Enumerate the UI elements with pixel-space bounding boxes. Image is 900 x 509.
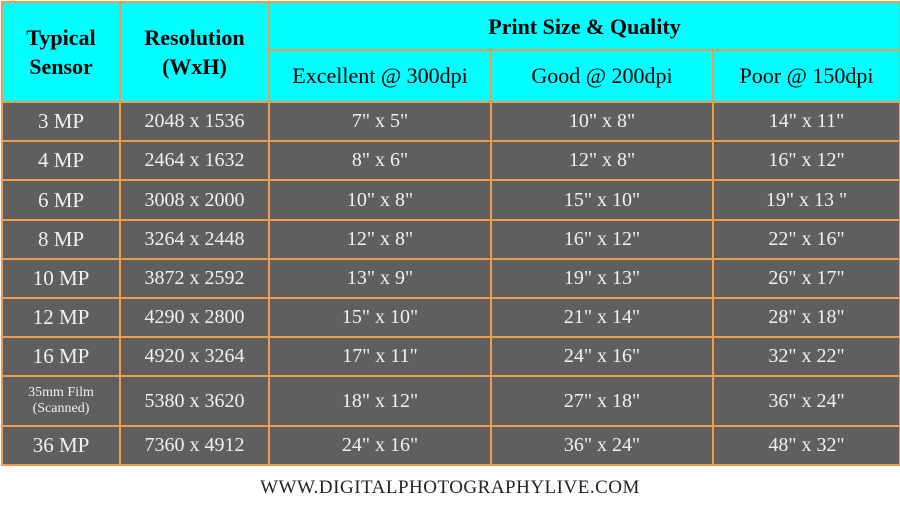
excellent-cell: 15" x 10" [268, 297, 492, 339]
resolution-cell: 5380 x 3620 [119, 375, 270, 427]
header-poor-150dpi: Poor @ 150dpi [712, 49, 900, 103]
good-cell: 27" x 18" [490, 375, 714, 427]
good-cell: 12" x 8" [490, 140, 714, 182]
good-cell: 24" x 16" [490, 336, 714, 378]
poor-cell: 48" x 32" [712, 424, 900, 467]
good-cell: 19" x 13" [490, 257, 714, 300]
excellent-cell: 12" x 8" [268, 218, 492, 260]
header-print-size-quality: Print Size & Quality [268, 1, 900, 51]
good-cell: 15" x 10" [490, 179, 714, 221]
header-typical-sensor: Typical Sensor [1, 1, 121, 103]
poor-cell: 19" x 13 " [712, 179, 900, 221]
sensor-line2: (Scanned) [32, 401, 90, 417]
header-resolution-line2: (WxH) [162, 54, 227, 79]
sensor-cell: 35mm Film (Scanned) [1, 375, 121, 427]
resolution-cell: 3264 x 2448 [119, 218, 270, 260]
poor-cell: 14" x 11" [712, 100, 900, 143]
header-resolution-line1: Resolution [144, 25, 245, 50]
table-row: 6 MP 3008 x 2000 10" x 8" 15" x 10" 19" … [1, 179, 900, 221]
table-row: 4 MP 2464 x 1632 8" x 6" 12" x 8" 16" x … [1, 140, 900, 182]
sensor-cell: 6 MP [1, 179, 121, 221]
resolution-cell: 7360 x 4912 [119, 424, 270, 467]
print-size-table: Typical Sensor Resolution (WxH) Print Si… [1, 1, 900, 467]
sensor-cell: 12 MP [1, 297, 121, 339]
sensor-cell: 16 MP [1, 336, 121, 378]
excellent-cell: 7" x 5" [268, 100, 492, 143]
good-cell: 36" x 24" [490, 424, 714, 467]
poor-cell: 28" x 18" [712, 297, 900, 339]
table-row: 35mm Film (Scanned) 5380 x 3620 18" x 12… [1, 375, 900, 427]
excellent-cell: 13" x 9" [268, 257, 492, 300]
table-row: 10 MP 3872 x 2592 13" x 9" 19" x 13" 26"… [1, 257, 900, 300]
sensor-cell: 36 MP [1, 424, 121, 467]
poor-cell: 26" x 17" [712, 257, 900, 300]
poor-cell: 32" x 22" [712, 336, 900, 378]
sensor-line1: 35mm Film [28, 385, 94, 401]
excellent-cell: 10" x 8" [268, 179, 492, 221]
header-resolution: Resolution (WxH) [119, 1, 270, 103]
header-typical-sensor-line1: Typical [26, 25, 96, 50]
poor-cell: 16" x 12" [712, 140, 900, 182]
table-row: 8 MP 3264 x 2448 12" x 8" 16" x 12" 22" … [1, 218, 900, 260]
table-row: 12 MP 4290 x 2800 15" x 10" 21" x 14" 28… [1, 297, 900, 339]
sensor-cell: 4 MP [1, 140, 121, 182]
poor-cell: 22" x 16" [712, 218, 900, 260]
good-cell: 16" x 12" [490, 218, 714, 260]
resolution-cell: 4290 x 2800 [119, 297, 270, 339]
sensor-cell: 8 MP [1, 218, 121, 260]
excellent-cell: 17" x 11" [268, 336, 492, 378]
website-footer: WWW.DIGITALPHOTOGRAPHYLIVE.COM [260, 477, 640, 498]
header-good-200dpi: Good @ 200dpi [490, 49, 714, 103]
resolution-cell: 3872 x 2592 [119, 257, 270, 300]
header-typical-sensor-line2: Sensor [29, 54, 93, 79]
resolution-cell: 2048 x 1536 [119, 100, 270, 143]
resolution-cell: 2464 x 1632 [119, 140, 270, 182]
excellent-cell: 24" x 16" [268, 424, 492, 467]
resolution-cell: 4920 x 3264 [119, 336, 270, 378]
excellent-cell: 18" x 12" [268, 375, 492, 427]
table-row: 36 MP 7360 x 4912 24" x 16" 36" x 24" 48… [1, 424, 900, 467]
excellent-cell: 8" x 6" [268, 140, 492, 182]
good-cell: 21" x 14" [490, 297, 714, 339]
good-cell: 10" x 8" [490, 100, 714, 143]
sensor-cell: 10 MP [1, 257, 121, 300]
resolution-cell: 3008 x 2000 [119, 179, 270, 221]
header-excellent-300dpi: Excellent @ 300dpi [268, 49, 492, 103]
table-row: 3 MP 2048 x 1536 7" x 5" 10" x 8" 14" x … [1, 100, 900, 143]
sensor-cell: 3 MP [1, 100, 121, 143]
poor-cell: 36" x 24" [712, 375, 900, 427]
table-row: 16 MP 4920 x 3264 17" x 11" 24" x 16" 32… [1, 336, 900, 378]
